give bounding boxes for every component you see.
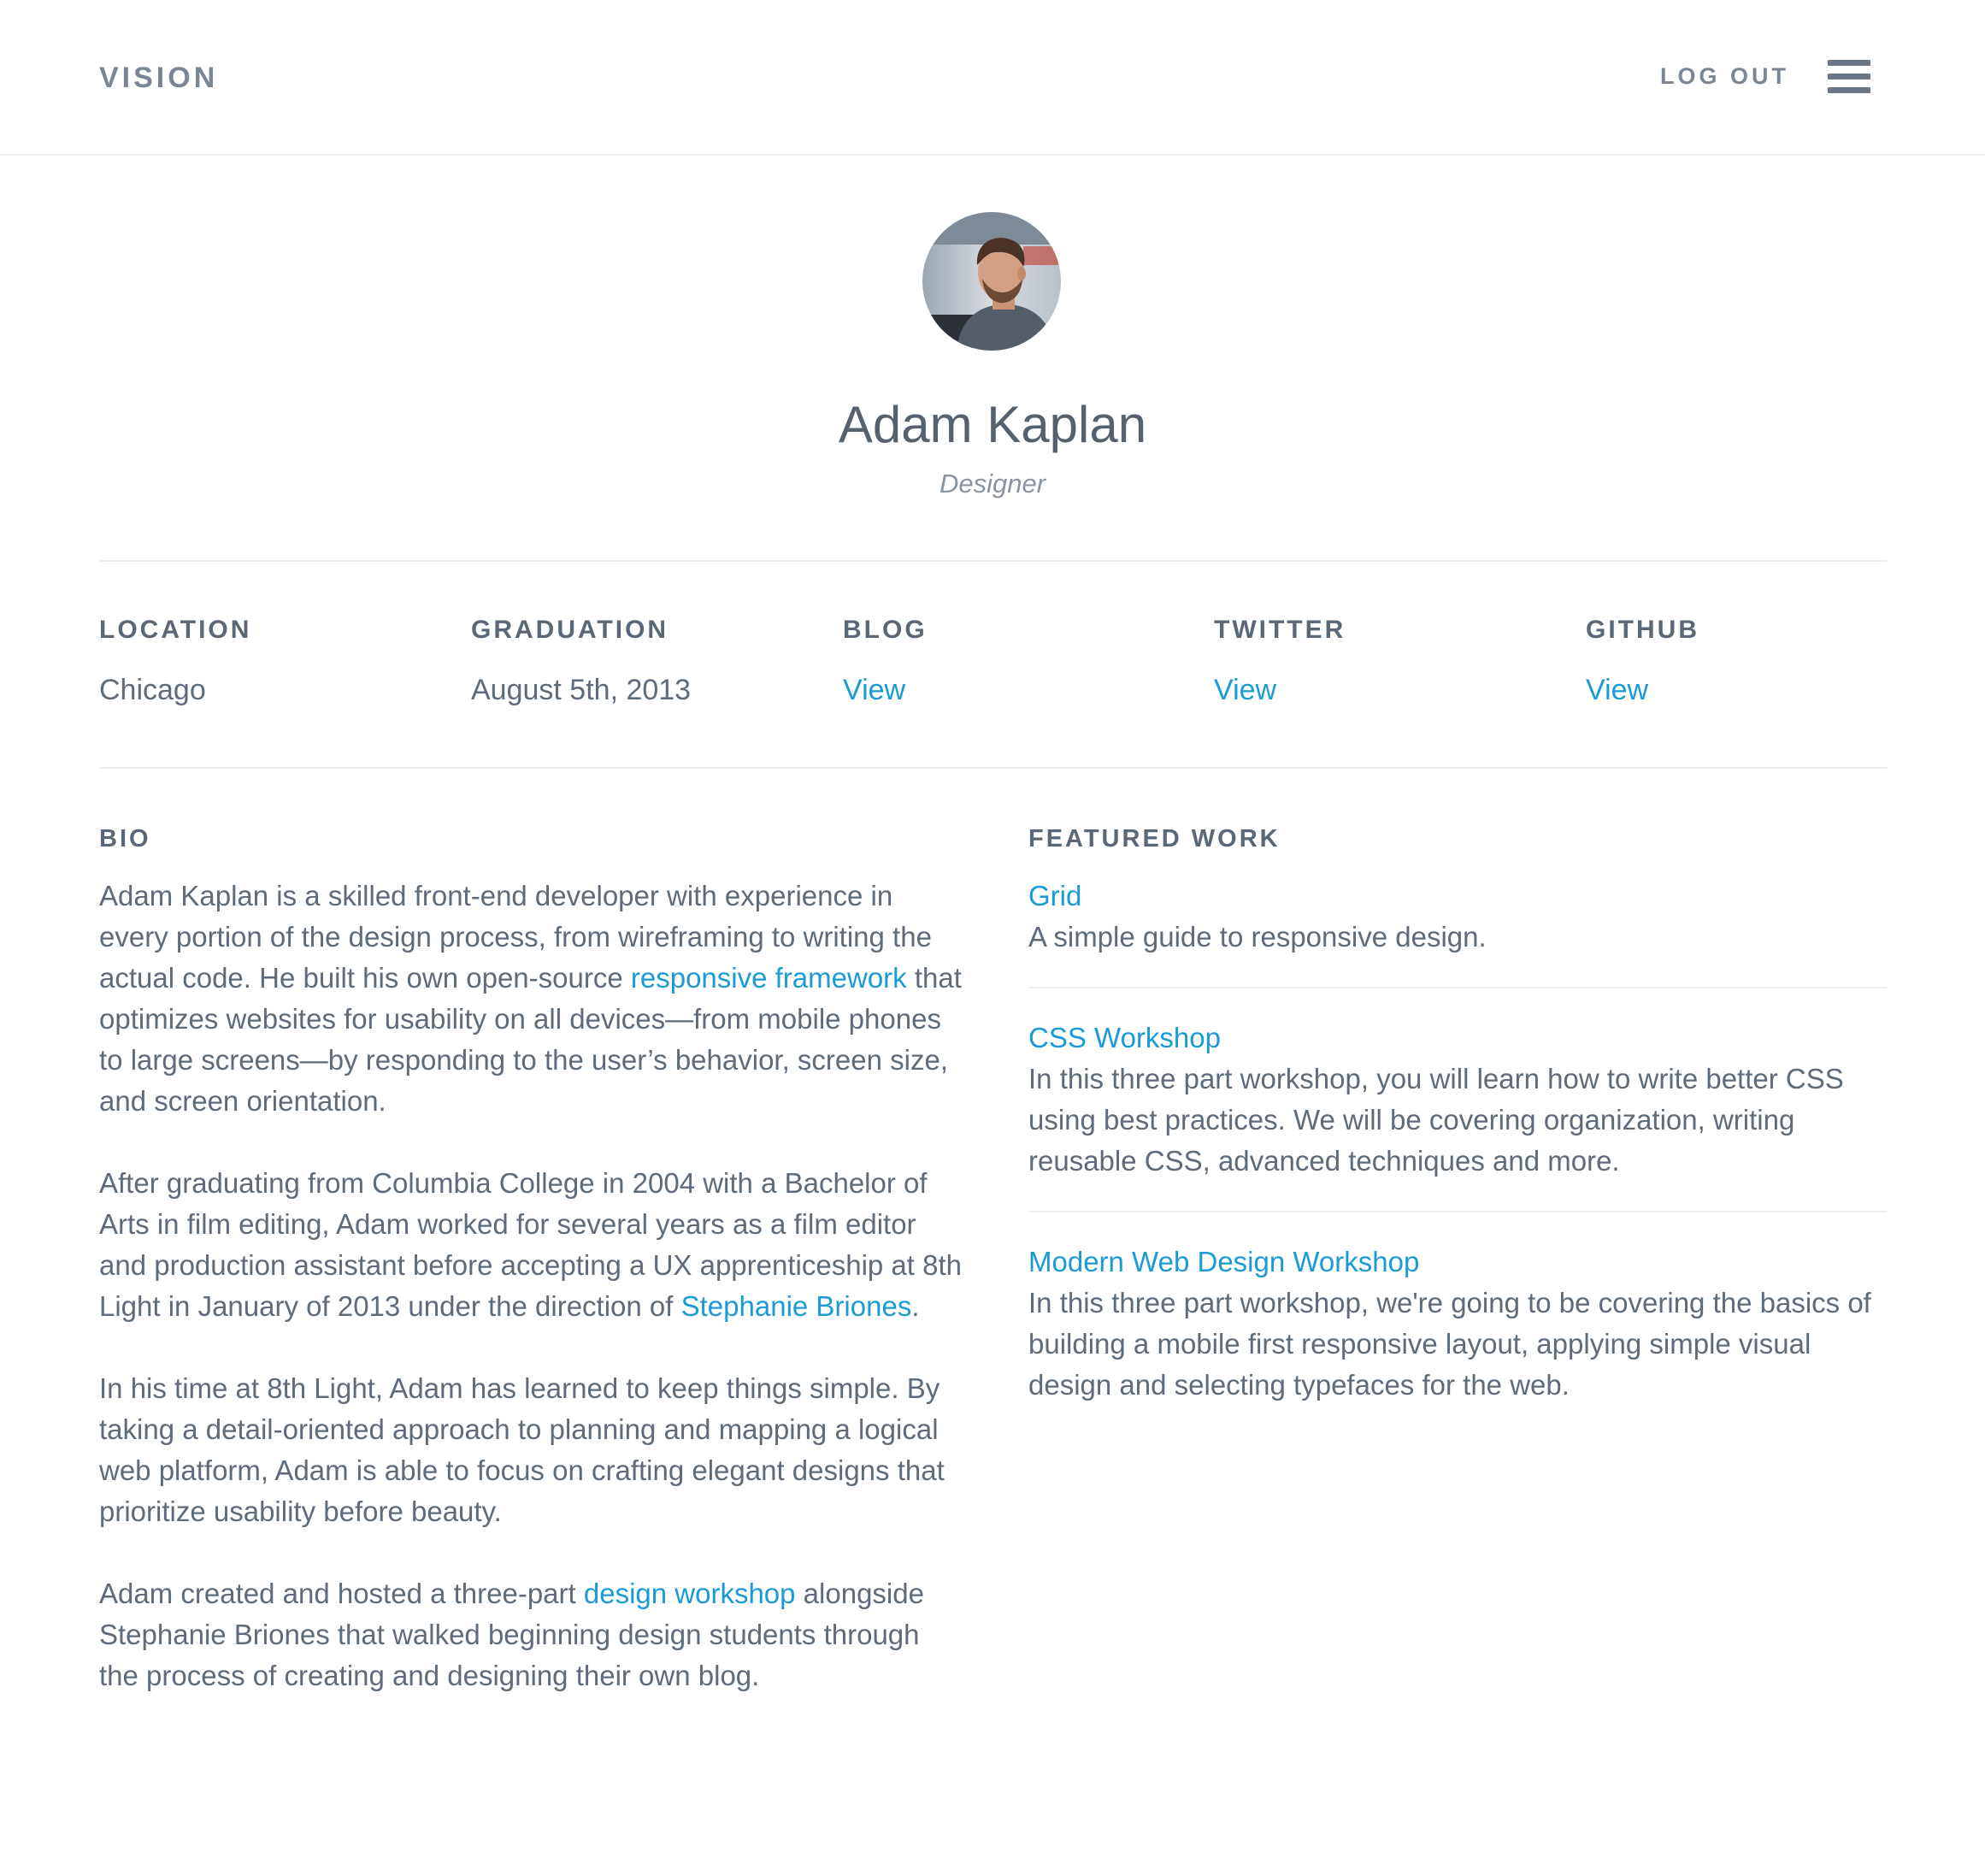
- work-item: Grid A simple guide to responsive design…: [1028, 876, 1887, 988]
- profile-photo: [922, 212, 1061, 351]
- bio-heading: BIO: [99, 825, 151, 852]
- info-graduation: GRADUATION August 5th, 2013: [471, 616, 830, 707]
- info-value: Chicago: [99, 674, 206, 706]
- github-view-link[interactable]: View: [1586, 674, 1945, 707]
- profile-role: Designer: [939, 469, 1046, 498]
- brand-logo[interactable]: VISION: [99, 62, 218, 95]
- work-item: Modern Web Design Workshop In this three…: [1028, 1242, 1887, 1435]
- featured-work-section: FEATURED WORK Grid A simple guide to res…: [1028, 825, 1887, 1464]
- top-navbar: VISION LOG OUT: [0, 0, 1985, 156]
- work-description: A simple guide to responsive design.: [1028, 921, 1487, 953]
- avatar: [922, 212, 1061, 351]
- design-workshop-link[interactable]: design workshop: [584, 1578, 796, 1609]
- info-location: LOCATION Chicago: [99, 616, 458, 707]
- info-label: LOCATION: [99, 616, 252, 644]
- info-label: BLOG: [843, 616, 928, 644]
- stephanie-briones-link[interactable]: Stephanie Briones: [681, 1290, 912, 1322]
- work-title-link[interactable]: CSS Workshop: [1028, 1018, 1887, 1059]
- twitter-view-link[interactable]: View: [1214, 674, 1573, 707]
- bio-paragraph: Adam Kaplan is a skilled front-end devel…: [99, 876, 963, 1122]
- info-label: GRADUATION: [471, 616, 669, 644]
- profile-name: Adam Kaplan: [838, 396, 1147, 453]
- work-description: In this three part workshop, you will le…: [1028, 1063, 1844, 1177]
- info-blog: BLOG View: [843, 616, 1202, 707]
- bio-section: BIO Adam Kaplan is a skilled front-end d…: [99, 825, 963, 1737]
- work-title-link[interactable]: Modern Web Design Workshop: [1028, 1242, 1887, 1283]
- responsive-framework-link[interactable]: responsive framework: [631, 962, 907, 994]
- bio-paragraph: Adam created and hosted a three-part des…: [99, 1573, 963, 1696]
- work-title-link[interactable]: Grid: [1028, 876, 1887, 917]
- blog-view-link[interactable]: View: [843, 674, 1202, 707]
- divider: [99, 560, 1887, 562]
- hamburger-icon[interactable]: [1828, 60, 1870, 94]
- info-twitter: TWITTER View: [1214, 616, 1573, 707]
- info-label: TWITTER: [1214, 616, 1346, 644]
- bio-text: Adam created and hosted a three-part: [99, 1578, 584, 1609]
- logout-button[interactable]: LOG OUT: [1660, 63, 1789, 90]
- bio-text: .: [911, 1290, 920, 1322]
- work-description: In this three part workshop, we're going…: [1028, 1287, 1871, 1401]
- info-github: GITHUB View: [1586, 616, 1945, 707]
- work-item: CSS Workshop In this three part workshop…: [1028, 1018, 1887, 1212]
- info-value: August 5th, 2013: [471, 674, 692, 706]
- info-label: GITHUB: [1586, 616, 1699, 644]
- divider: [99, 767, 1887, 769]
- featured-work-heading: FEATURED WORK: [1028, 825, 1281, 852]
- bio-paragraph: After graduating from Columbia College i…: [99, 1163, 963, 1327]
- bio-paragraph: In his time at 8th Light, Adam has learn…: [99, 1372, 945, 1527]
